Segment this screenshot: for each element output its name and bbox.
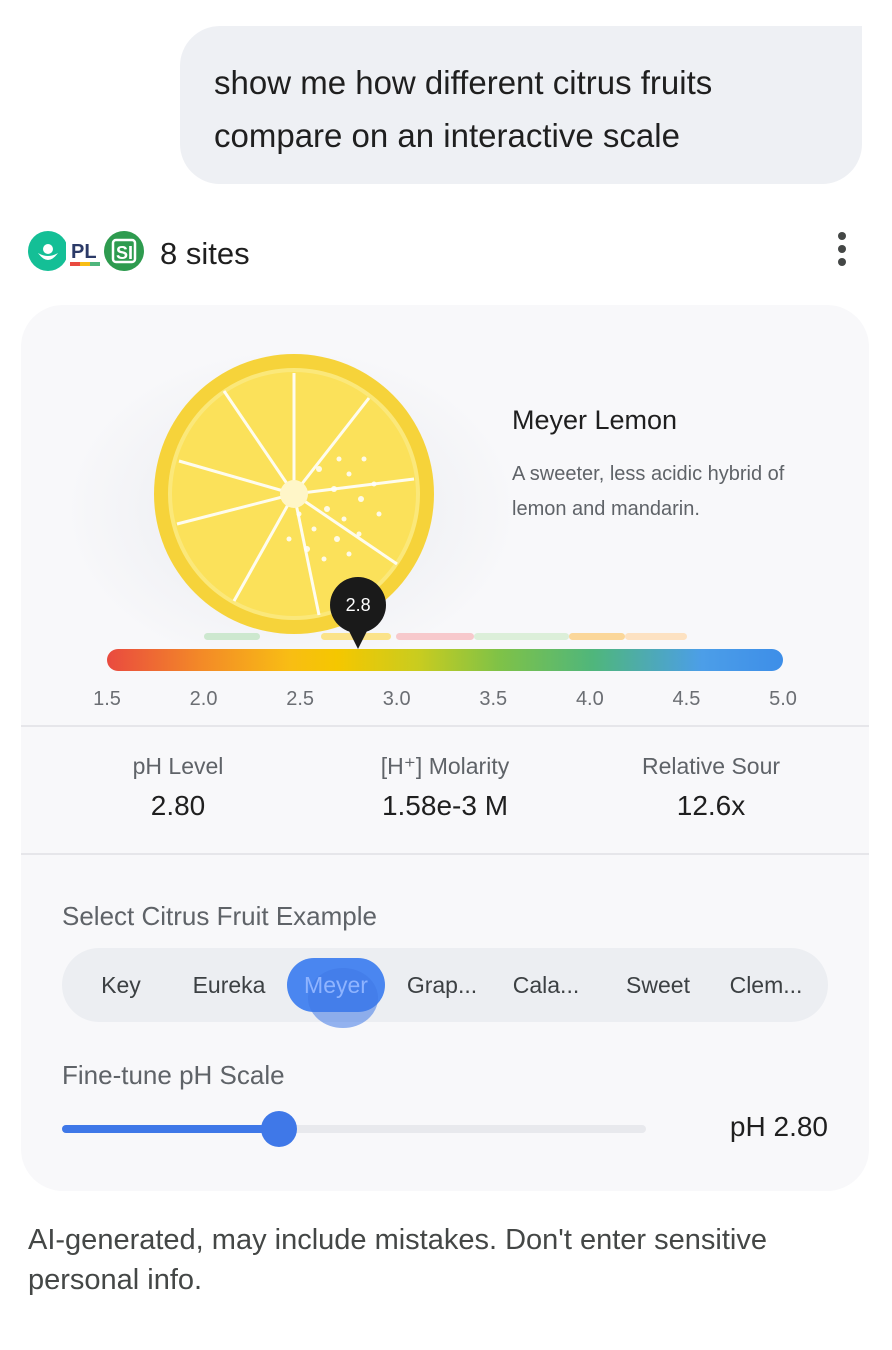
stat-molarity: [H⁺] Molarity 1.58e-3 M: [304, 753, 586, 822]
fruit-description: A sweeter, less acidic hybrid of lemon a…: [512, 463, 785, 520]
stat-label: Relative Sour: [641, 753, 781, 779]
sources-count[interactable]: 8 sites: [160, 236, 250, 272]
stat-value: 12.6x: [676, 790, 746, 821]
si-icon: SI: [104, 231, 144, 271]
fruit-option-clementine[interactable]: Clem...: [716, 948, 816, 1022]
ph-marker-pointer: [348, 629, 369, 649]
khan-academy-icon: [28, 231, 68, 271]
fruit-option-grapefruit[interactable]: Grap...: [392, 948, 492, 1022]
ph-tick-label: 3.5: [479, 688, 508, 710]
ph-tick-label: 5.0: [769, 688, 797, 710]
fine-tune-label: Fine-tune pH Scale: [62, 1060, 285, 1090]
stat-label: pH Level: [132, 753, 224, 779]
fruit-option-meyer[interactable]: Meyer: [288, 948, 384, 1022]
stat-label: [H⁺] Molarity: [380, 753, 510, 779]
range-marker: [474, 633, 569, 640]
ph-slider-thumb[interactable]: [260, 1111, 297, 1147]
divider: [21, 725, 869, 727]
range-marker: [569, 633, 625, 640]
fruit-selector-label: Select Citrus Fruit Example: [62, 901, 377, 931]
ph-tick-label: 4.0: [575, 688, 604, 710]
stat-value: 1.58e-3 M: [381, 790, 509, 821]
stat-relative-sour: Relative Sour 12.6x: [570, 753, 852, 822]
ai-disclaimer: AI-generated, may include mistakes. Don'…: [28, 1224, 767, 1296]
range-marker: [396, 633, 474, 640]
fruit-option-key[interactable]: Key: [76, 948, 166, 1022]
citrus-widget-card: Meyer Lemon A sweeter, less acidic hybri…: [21, 305, 869, 1191]
pl-icon: PL: [66, 231, 106, 271]
range-marker: [625, 633, 687, 640]
svg-text:SI: SI: [116, 243, 133, 263]
user-message-text: show me how different citrus fruits comp…: [214, 64, 713, 154]
more-vert-icon[interactable]: [836, 232, 848, 272]
ph-tick-label: 1.5: [93, 688, 121, 710]
ph-tick-label: 4.5: [672, 688, 701, 710]
sources-row[interactable]: PL SI 8 sites: [28, 228, 864, 276]
range-marker: [204, 633, 260, 640]
user-message-bubble: show me how different citrus fruits comp…: [180, 26, 862, 184]
source-icons[interactable]: PL SI: [28, 228, 144, 276]
ph-gradient-bar[interactable]: [107, 649, 783, 671]
ph-tick-label: 2.0: [189, 688, 218, 710]
lemon-slice-illustration: [154, 354, 434, 634]
ph-tick-label: 3.0: [382, 688, 411, 710]
fruit-name: Meyer Lemon: [512, 405, 678, 435]
stat-value: 2.80: [150, 790, 206, 821]
fruit-option-calamansi[interactable]: Cala...: [498, 948, 594, 1022]
fruit-option-eureka[interactable]: Eureka: [174, 948, 284, 1022]
svg-text:PL: PL: [71, 241, 97, 263]
ph-slider-value: pH 2.80: [729, 1111, 828, 1142]
fruit-selector[interactable]: Key Eureka Meyer Grap... Cala... Sweet C…: [62, 948, 828, 1028]
divider: [21, 853, 869, 855]
ph-slider-fill: [62, 1125, 279, 1133]
stat-ph-level: pH Level 2.80: [37, 753, 319, 822]
ph-marker-bubble[interactable]: 2.8: [330, 577, 387, 633]
ph-tick-label: 2.5: [286, 688, 315, 710]
fruit-option-sweet[interactable]: Sweet: [610, 948, 706, 1022]
